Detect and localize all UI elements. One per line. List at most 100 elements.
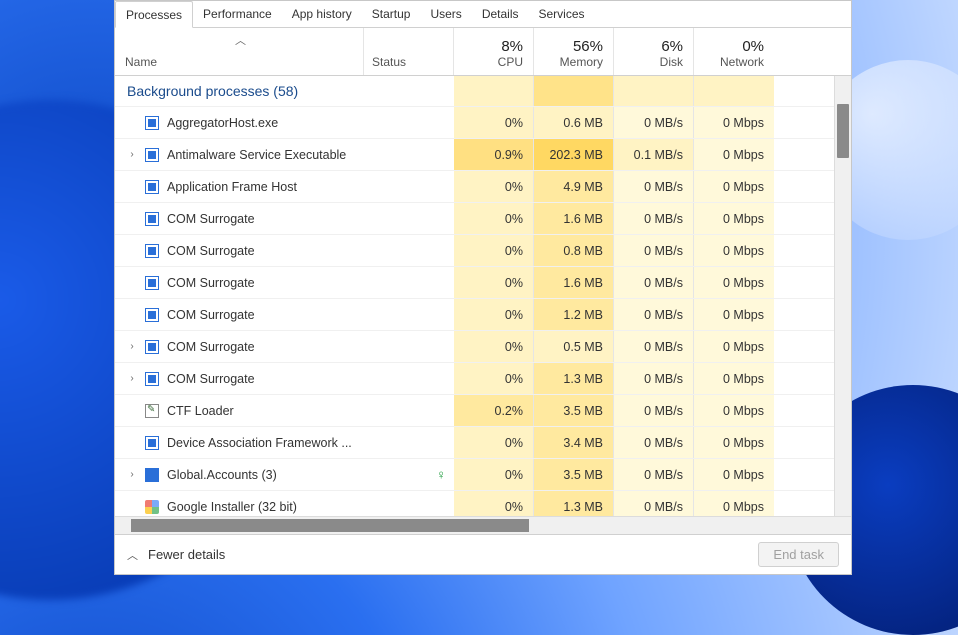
process-name-cell: COM Surrogate	[115, 243, 454, 259]
cell-cpu: 0%	[454, 267, 534, 298]
cell-memory: 1.6 MB	[534, 203, 614, 234]
header-memory-pct: 56%	[573, 38, 603, 55]
process-row[interactable]: Device Association Framework ...0%3.4 MB…	[115, 426, 851, 458]
process-row[interactable]: COM Surrogate0%1.6 MB0 MB/s0 Mbps	[115, 266, 851, 298]
cell-cpu: 0%	[454, 363, 534, 394]
cell-memory: 1.2 MB	[534, 299, 614, 330]
cell-cpu: 0%	[454, 331, 534, 362]
cell-memory: 3.5 MB	[534, 395, 614, 426]
process-row[interactable]: CTF Loader0.2%3.5 MB0 MB/s0 Mbps	[115, 394, 851, 426]
process-name-label: Global.Accounts (3)	[167, 468, 277, 482]
cell-cpu: 0%	[454, 491, 534, 516]
chevron-up-icon: ︿	[127, 547, 138, 563]
cell-disk: 0 MB/s	[614, 459, 694, 490]
cell-disk: 0 MB/s	[614, 395, 694, 426]
cell-disk: 0.1 MB/s	[614, 139, 694, 170]
header-cpu-label: CPU	[498, 55, 523, 69]
tab-services[interactable]: Services	[529, 1, 595, 27]
process-name-cell: COM Surrogate	[115, 307, 454, 323]
frame-icon	[144, 307, 160, 323]
process-name-label: COM Surrogate	[167, 244, 255, 258]
frame-icon	[144, 147, 160, 163]
process-name-cell: › Global.Accounts (3) ♀	[115, 467, 454, 483]
tab-processes[interactable]: Processes	[115, 1, 193, 28]
tab-users[interactable]: Users	[420, 1, 471, 27]
process-row[interactable]: AggregatorHost.exe0%0.6 MB0 MB/s0 Mbps	[115, 106, 851, 138]
process-name-label: Application Frame Host	[167, 180, 297, 194]
process-name-label: AggregatorHost.exe	[167, 116, 278, 130]
process-name-cell: Device Association Framework ...	[115, 435, 454, 451]
group-disk-cell	[614, 76, 694, 106]
process-row[interactable]: Application Frame Host0%4.9 MB0 MB/s0 Mb…	[115, 170, 851, 202]
frame-icon	[144, 243, 160, 259]
process-row[interactable]: ›Global.Accounts (3)♀0%3.5 MB0 MB/s0 Mbp…	[115, 458, 851, 490]
cell-disk: 0 MB/s	[614, 171, 694, 202]
cell-network: 0 Mbps	[694, 235, 774, 266]
process-row[interactable]: COM Surrogate0%0.8 MB0 MB/s0 Mbps	[115, 234, 851, 266]
tab-performance[interactable]: Performance	[193, 1, 282, 27]
frame-icon	[144, 339, 160, 355]
expand-chevron-icon[interactable]: ›	[127, 341, 137, 352]
cell-network: 0 Mbps	[694, 363, 774, 394]
cell-disk: 0 MB/s	[614, 363, 694, 394]
vertical-scroll-thumb[interactable]	[837, 104, 849, 158]
header-memory-label: Memory	[560, 55, 603, 69]
end-task-button[interactable]: End task	[758, 542, 839, 567]
leaf-icon: ♀	[436, 467, 446, 482]
horizontal-scrollbar[interactable]	[115, 516, 851, 534]
cell-memory: 1.6 MB	[534, 267, 614, 298]
cell-memory: 3.4 MB	[534, 427, 614, 458]
process-row[interactable]: Google Installer (32 bit)0%1.3 MB0 MB/s0…	[115, 490, 851, 516]
process-name-label: COM Surrogate	[167, 372, 255, 386]
cell-memory: 4.9 MB	[534, 171, 614, 202]
cell-memory: 0.6 MB	[534, 107, 614, 138]
group-header-row[interactable]: Background processes (58)	[115, 76, 851, 106]
cell-cpu: 0%	[454, 427, 534, 458]
tab-startup[interactable]: Startup	[362, 1, 421, 27]
cell-network: 0 Mbps	[694, 139, 774, 170]
process-row[interactable]: ›Antimalware Service Executable0.9%202.3…	[115, 138, 851, 170]
cell-cpu: 0%	[454, 107, 534, 138]
details-toggle[interactable]: Fewer details	[148, 547, 225, 562]
process-name-label: COM Surrogate	[167, 276, 255, 290]
process-name-cell: ›Antimalware Service Executable	[115, 147, 454, 163]
process-row[interactable]: ›COM Surrogate0%0.5 MB0 MB/s0 Mbps	[115, 330, 851, 362]
process-name-label: COM Surrogate	[167, 340, 255, 354]
column-header-name[interactable]: ︿ Name	[115, 28, 364, 75]
cell-cpu: 0%	[454, 235, 534, 266]
cell-network: 0 Mbps	[694, 331, 774, 362]
vertical-scrollbar[interactable]	[834, 76, 851, 516]
column-header-disk[interactable]: 6% Disk	[614, 28, 694, 75]
column-header-cpu[interactable]: 8% CPU	[454, 28, 534, 75]
cell-network: 0 Mbps	[694, 459, 774, 490]
sort-indicator-icon: ︿	[235, 32, 246, 48]
process-name-label: COM Surrogate	[167, 212, 255, 226]
cell-disk: 0 MB/s	[614, 203, 694, 234]
cell-network: 0 Mbps	[694, 203, 774, 234]
global-icon	[144, 467, 160, 483]
expand-chevron-icon[interactable]: ›	[127, 149, 137, 160]
process-row[interactable]: › COM Surrogate 0%1.3 MB0 MB/s0 Mbps	[115, 362, 851, 394]
cell-memory: 202.3 MB	[534, 139, 614, 170]
tab-app-history[interactable]: App history	[282, 1, 362, 27]
column-header-memory[interactable]: 56% Memory	[534, 28, 614, 75]
tab-details[interactable]: Details	[472, 1, 529, 27]
cell-memory: 1.3 MB	[534, 363, 614, 394]
process-name-cell: Application Frame Host	[115, 179, 454, 195]
process-row[interactable]: COM Surrogate 0%1.6 MB0 MB/s0 Mbps	[115, 202, 851, 234]
cell-memory: 1.3 MB	[534, 491, 614, 516]
column-header-status[interactable]: Status	[364, 28, 454, 75]
cell-cpu: 0%	[454, 459, 534, 490]
cell-cpu: 0%	[454, 203, 534, 234]
expand-chevron-icon[interactable]: ›	[127, 373, 137, 384]
group-cpu-cell	[454, 76, 534, 106]
horizontal-scroll-thumb[interactable]	[131, 519, 529, 532]
column-header-network[interactable]: 0% Network	[694, 28, 774, 75]
expand-chevron-icon[interactable]: ›	[127, 469, 137, 480]
process-name-cell: COM Surrogate	[115, 275, 454, 291]
process-row[interactable]: COM Surrogate0%1.2 MB0 MB/s0 Mbps	[115, 298, 851, 330]
task-manager-window: ProcessesPerformanceApp historyStartupUs…	[114, 0, 852, 575]
cell-disk: 0 MB/s	[614, 235, 694, 266]
process-name-label: COM Surrogate	[167, 308, 255, 322]
column-header-row: ︿ Name Status 8% CPU 56% Memory 6% Disk …	[115, 28, 851, 76]
